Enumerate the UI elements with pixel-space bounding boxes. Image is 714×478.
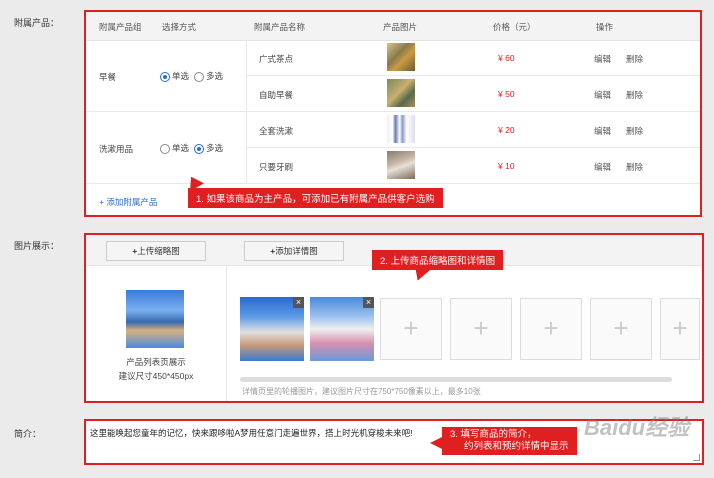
item-price: ¥ 60 [498, 53, 515, 63]
item-image [387, 79, 415, 107]
group-row-toiletries: 洗漱用品 单选 多选 [86, 112, 247, 184]
images-label: 图片展示： [14, 241, 60, 251]
table-row: 广式茶点 ¥ 60 编辑 删除 [246, 40, 700, 76]
radio-off-icon [160, 143, 170, 154]
radio-off-icon [194, 71, 204, 82]
item-name: 广式茶点 [259, 54, 294, 64]
radio-multi[interactable]: 多选 [194, 70, 223, 82]
radio-multi[interactable]: 多选 [194, 142, 223, 154]
radio-on-icon [160, 71, 170, 82]
callout-3-line-2: 约列表和预约详情中显示 [464, 441, 569, 452]
radio-single[interactable]: 单选 [160, 142, 189, 154]
detail-hint: 详情页里的轮播图片，建议图片尺寸在750*750像素以上，最多10张 [242, 387, 481, 396]
table-row: 只要牙刷 ¥ 10 编辑 删除 [246, 148, 700, 184]
header-ops: 操作 [596, 22, 614, 32]
radio-single[interactable]: 单选 [160, 70, 189, 82]
edit-link[interactable]: 编辑 [594, 89, 611, 101]
item-price: ¥ 50 [498, 89, 515, 99]
callout-arrow [410, 264, 430, 284]
resize-handle-icon[interactable] [693, 454, 700, 461]
thumb-caption-1: 产品列表页展示 [126, 357, 186, 367]
empty-slot[interactable]: + [520, 298, 582, 360]
group-row-breakfast: 早餐 单选 多选 [86, 40, 247, 112]
radio-label: 单选 [172, 71, 190, 81]
plus-icon: + [613, 313, 629, 343]
add-detail-button[interactable]: +添加详情图 [244, 241, 344, 261]
header-name: 附属产品名称 [254, 22, 306, 32]
empty-slot[interactable]: + [450, 298, 512, 360]
upload-thumb-button[interactable]: +上传缩略图 [106, 241, 206, 261]
plus-icon: + [543, 313, 559, 343]
images-panel: +上传缩略图 产品列表页展示 建议尺寸450*450px +添加详情图 × × … [84, 233, 704, 403]
header-image: 产品图片 [383, 22, 418, 32]
add-detail-label: 添加详情图 [275, 246, 318, 256]
item-name: 全套洗漱 [259, 126, 294, 136]
delete-link[interactable]: 删除 [626, 89, 643, 101]
header-group: 附属产品组 [99, 22, 142, 32]
close-icon[interactable]: × [363, 297, 374, 308]
intro-label: 简介： [14, 429, 42, 439]
table-row: 全套洗漱 ¥ 20 编辑 删除 [246, 112, 700, 148]
thumb-caption-2: 建议尺寸450*450px [118, 371, 194, 381]
plus-icon: + [403, 313, 419, 343]
item-name: 自助早餐 [259, 90, 294, 100]
empty-slot[interactable]: + [380, 298, 442, 360]
delete-link[interactable]: 删除 [626, 125, 643, 137]
callout-1-text: 1. 如果该商品为主产品，可添加已有附属产品供客户选购 [196, 194, 435, 205]
callout-1: 1. 如果该商品为主产品，可添加已有附属产品供客户选购 [184, 172, 443, 208]
horizontal-scrollbar[interactable] [240, 377, 672, 382]
header-price: 价格（元） [493, 22, 536, 32]
watermark-logo: Baidu经验 [584, 415, 690, 440]
accessory-panel: 附属产品组 选择方式 附属产品名称 产品图片 价格（元） 操作 早餐 单选 多选… [84, 10, 702, 217]
callout-3: 3. 填写商品的简介， 约列表和预约详情中显示 [430, 427, 577, 455]
group-name: 洗漱用品 [99, 144, 134, 154]
add-accessory-link[interactable]: + 添加附属产品 [99, 196, 157, 208]
thumb-column: +上传缩略图 产品列表页展示 建议尺寸450*450px [86, 235, 227, 401]
callout-2: 2. 上传商品缩略图和详情图 [372, 250, 504, 284]
radio-label: 多选 [206, 71, 224, 81]
thumb-image [126, 290, 184, 348]
accessory-label: 附属产品： [14, 18, 60, 28]
radio-label: 单选 [172, 143, 190, 153]
detail-image-2: × [310, 297, 374, 361]
edit-link[interactable]: 编辑 [594, 161, 611, 173]
item-image [387, 43, 415, 71]
empty-slot[interactable]: + [590, 298, 652, 360]
detail-image-1: × [240, 297, 304, 361]
table-header: 附属产品组 选择方式 附属产品名称 产品图片 价格（元） 操作 [86, 12, 700, 41]
close-icon[interactable]: × [293, 297, 304, 308]
plus-icon: + [473, 313, 489, 343]
empty-slot[interactable]: + [660, 298, 700, 360]
delete-link[interactable]: 删除 [626, 161, 643, 173]
callout-arrow [430, 437, 442, 449]
header-mode: 选择方式 [162, 22, 197, 32]
callout-2-text: 2. 上传商品缩略图和详情图 [380, 256, 496, 267]
plus-icon: + [672, 313, 688, 343]
item-image [387, 115, 415, 143]
callout-3-line-1: 3. 填写商品的简介， [450, 429, 537, 440]
table-row: 自助早餐 ¥ 50 编辑 删除 [246, 76, 700, 112]
radio-on-icon [194, 143, 204, 154]
group-name: 早餐 [99, 72, 117, 82]
item-price: ¥ 10 [498, 161, 515, 171]
edit-link[interactable]: 编辑 [594, 53, 611, 65]
intro-textarea[interactable]: 这里能唤起您童年的记忆，快来跟哆啦A梦用任意门走遍世界，搭上时光机穿梭未来吧! [90, 427, 413, 439]
item-name: 只要牙刷 [259, 162, 294, 172]
item-price: ¥ 20 [498, 125, 515, 135]
item-image [387, 151, 415, 179]
edit-link[interactable]: 编辑 [594, 125, 611, 137]
radio-label: 多选 [206, 143, 224, 153]
delete-link[interactable]: 删除 [626, 53, 643, 65]
upload-thumb-label: 上传缩略图 [137, 246, 180, 256]
